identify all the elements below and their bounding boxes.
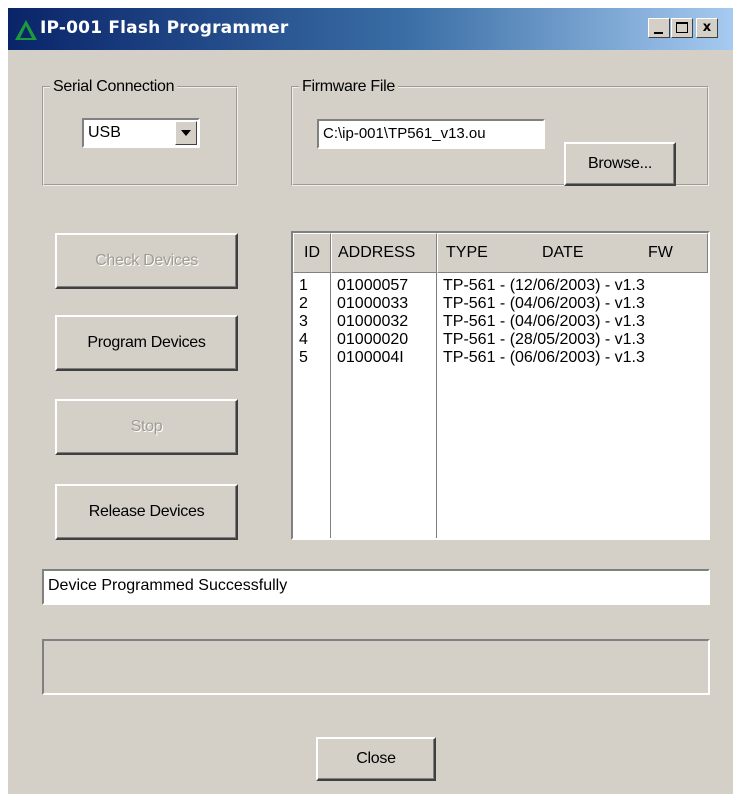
device-rows: 1 01000057 TP-561 - (12/06/2003) - v1.3 … bbox=[293, 277, 708, 367]
firmware-file-legend: Firmware File bbox=[302, 78, 395, 95]
row-address: 01000033 bbox=[337, 295, 409, 312]
row-info: TP-561 - (04/06/2003) - v1.3 bbox=[443, 295, 645, 312]
title-bar[interactable]: IP-001 Flash Programmer x bbox=[8, 8, 733, 50]
table-row[interactable]: 5 0100004I TP-561 - (06/06/2003) - v1.3 bbox=[293, 349, 708, 367]
minimize-icon bbox=[654, 32, 663, 34]
row-info: TP-561 - (28/05/2003) - v1.3 bbox=[443, 331, 645, 348]
flash-programmer-window: IP-001 Flash Programmer x Serial Connect… bbox=[8, 8, 733, 794]
serial-connection-select[interactable]: USB bbox=[82, 118, 200, 148]
app-triangle-icon bbox=[15, 20, 37, 40]
column-header-address[interactable]: ADDRESS bbox=[331, 233, 437, 273]
row-address: 0100004I bbox=[337, 349, 404, 366]
browse-button[interactable]: Browse... bbox=[564, 142, 676, 186]
device-list-header: ID ADDRESS TYPE DATE FW bbox=[293, 233, 708, 273]
column-header-id[interactable]: ID bbox=[293, 233, 331, 273]
serial-connection-value: USB bbox=[88, 124, 121, 141]
column-header-type: TYPE bbox=[446, 244, 488, 261]
firmware-file-group: Firmware File C:\ip-001\TP561_v13.ou Bro… bbox=[291, 78, 709, 186]
column-header-info[interactable]: TYPE DATE FW bbox=[437, 233, 708, 273]
maximize-icon bbox=[676, 22, 688, 33]
window-title: IP-001 Flash Programmer bbox=[40, 18, 289, 38]
firmware-path-input[interactable]: C:\ip-001\TP561_v13.ou bbox=[317, 119, 545, 149]
progress-bar bbox=[42, 639, 710, 695]
maximize-button[interactable] bbox=[671, 18, 693, 38]
program-devices-button[interactable]: Program Devices bbox=[55, 315, 238, 371]
status-message: Device Programmed Successfully bbox=[42, 569, 710, 605]
close-button[interactable]: Close bbox=[316, 737, 436, 781]
stop-button[interactable]: Stop bbox=[55, 399, 238, 455]
minimize-button[interactable] bbox=[648, 18, 670, 38]
table-row[interactable]: 3 01000032 TP-561 - (04/06/2003) - v1.3 bbox=[293, 313, 708, 331]
table-row[interactable]: 1 01000057 TP-561 - (12/06/2003) - v1.3 bbox=[293, 277, 708, 295]
row-id: 4 bbox=[299, 331, 308, 348]
device-list[interactable]: ID ADDRESS TYPE DATE FW 1 01000057 TP-56… bbox=[291, 231, 710, 540]
row-id: 2 bbox=[299, 295, 308, 312]
row-id: 5 bbox=[299, 349, 308, 366]
dropdown-button[interactable] bbox=[175, 121, 197, 145]
table-row[interactable]: 4 01000020 TP-561 - (28/05/2003) - v1.3 bbox=[293, 331, 708, 349]
serial-connection-legend: Serial Connection bbox=[53, 78, 175, 95]
row-info: TP-561 - (12/06/2003) - v1.3 bbox=[443, 277, 645, 294]
row-id: 1 bbox=[299, 277, 308, 294]
row-id: 3 bbox=[299, 313, 308, 330]
row-address: 01000032 bbox=[337, 313, 409, 330]
release-devices-button[interactable]: Release Devices bbox=[55, 484, 238, 540]
row-address: 01000057 bbox=[337, 277, 409, 294]
column-header-fw: FW bbox=[648, 244, 673, 261]
serial-connection-group: Serial Connection USB bbox=[42, 78, 238, 186]
check-devices-button[interactable]: Check Devices bbox=[55, 233, 238, 289]
column-header-date: DATE bbox=[542, 244, 584, 261]
row-info: TP-561 - (06/06/2003) - v1.3 bbox=[443, 349, 645, 366]
chevron-down-icon bbox=[181, 130, 191, 136]
row-address: 01000020 bbox=[337, 331, 409, 348]
close-window-button[interactable]: x bbox=[696, 18, 718, 38]
table-row[interactable]: 2 01000033 TP-561 - (04/06/2003) - v1.3 bbox=[293, 295, 708, 313]
row-info: TP-561 - (04/06/2003) - v1.3 bbox=[443, 313, 645, 330]
